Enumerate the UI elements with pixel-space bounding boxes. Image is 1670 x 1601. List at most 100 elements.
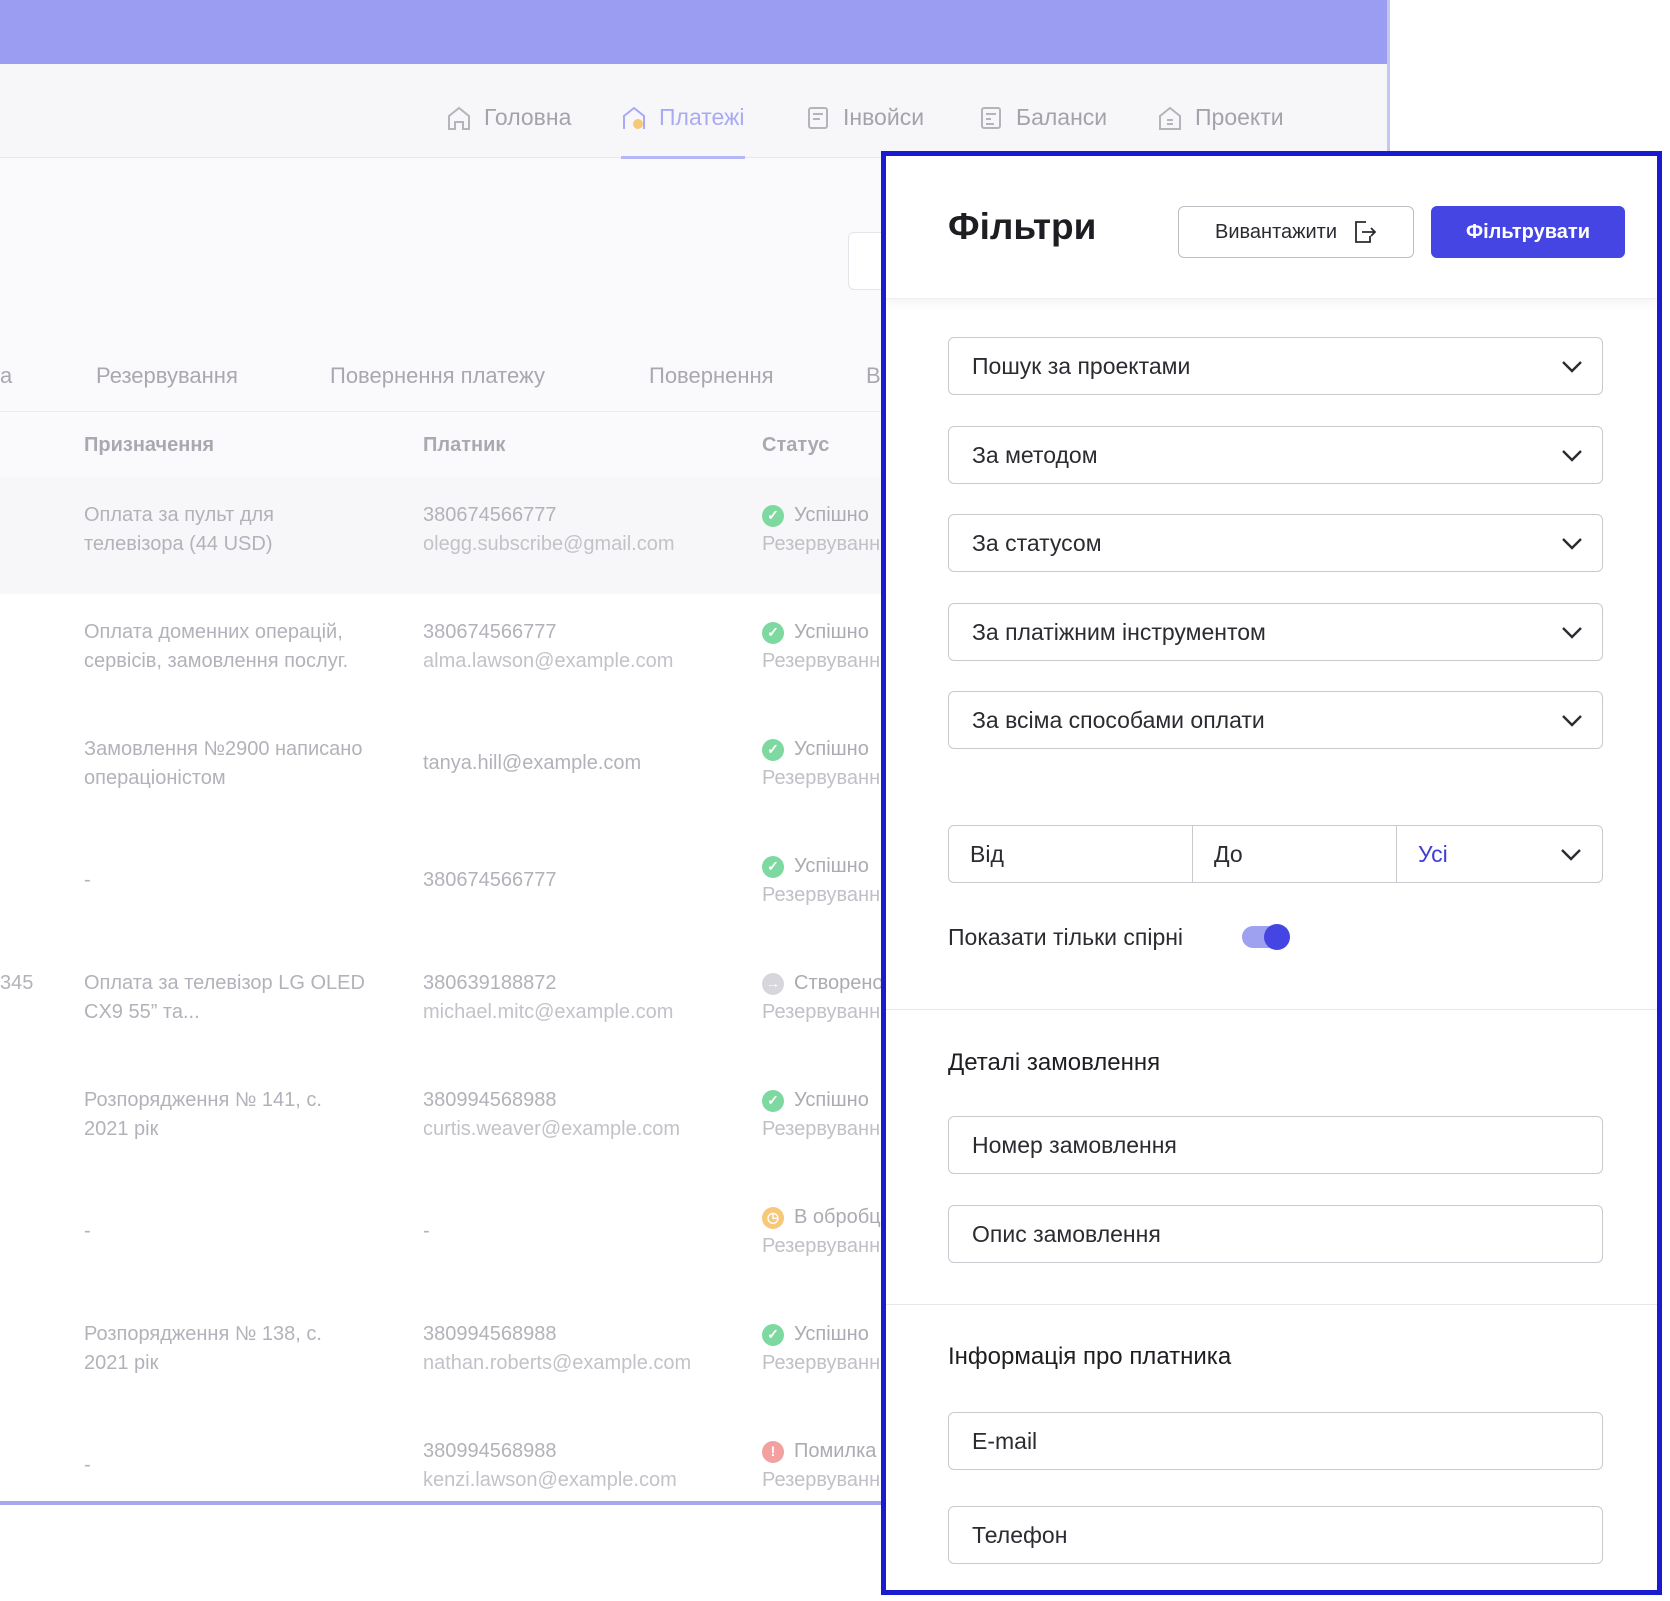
amount-range: Від До Усі <box>948 825 1603 883</box>
chevron-down-icon <box>1562 361 1582 373</box>
tab-refund[interactable]: Повернення <box>649 363 774 389</box>
project-search-select[interactable]: Пошук за проектами <box>948 337 1603 395</box>
filters-panel-header: Фільтри Вивантажити Фільтрувати <box>886 156 1657 299</box>
toggle-knob <box>1264 924 1290 950</box>
purpose-line: - <box>84 869 91 891</box>
purpose-cell: Розпорядження № 138, с. 2021 рік <box>84 1320 384 1378</box>
filters-title: Фільтри <box>948 206 1097 247</box>
tab-next[interactable]: В <box>866 363 881 389</box>
nav-item-invoices[interactable]: Інвойси <box>805 104 924 156</box>
purpose-cell: - <box>84 1217 384 1246</box>
nav-item-balances[interactable]: Баланси <box>978 104 1107 156</box>
range-from-placeholder: Від <box>970 841 1004 867</box>
payer-phone: 380639188872 <box>423 972 557 994</box>
payer-email: kenzi.lawson@example.com <box>423 1469 677 1491</box>
filters-panel: Фільтри Вивантажити Фільтрувати Пошук за… <box>881 151 1662 1595</box>
payment-methods-select[interactable]: За всіма способами оплати <box>948 691 1603 749</box>
nav-label-invoices: Інвойси <box>843 104 925 130</box>
payer-phone: 380994568988 <box>423 1440 557 1462</box>
nav-label-home: Головна <box>484 104 572 130</box>
status-success-icon: ✓ <box>762 1323 784 1346</box>
purpose-line: Оплата доменних операцій, <box>84 621 343 643</box>
payer-phone: 380674566777 <box>423 504 557 526</box>
range-from-input[interactable]: Від <box>949 826 1193 882</box>
nav-label-payments: Платежі <box>659 104 745 130</box>
status-success-icon: ✓ <box>762 1089 784 1112</box>
column-header-payer[interactable]: Платник <box>423 434 505 457</box>
purpose-line: Замовлення №2900 написано <box>84 738 363 760</box>
chevron-down-icon <box>1562 715 1582 727</box>
purpose-line: Розпорядження № 138, с. <box>84 1323 322 1345</box>
range-scope-value: Усі <box>1418 841 1448 867</box>
tab-partial[interactable]: а <box>0 363 12 389</box>
status-success-icon: ✓ <box>762 855 784 878</box>
tab-chargeback[interactable]: Повернення платежу <box>330 363 545 389</box>
payment-instrument-select[interactable]: За платіжним інструментом <box>948 603 1603 661</box>
order-description-input[interactable]: Опис замовлення <box>948 1205 1603 1263</box>
purpose-line: телевізора (44 USD) <box>84 533 273 555</box>
payer-email: michael.mitc@example.com <box>423 1001 674 1023</box>
payer-email: alma.lawson@example.com <box>423 650 674 672</box>
payment-instrument-label: За платіжним інструментом <box>972 619 1266 645</box>
payer-phone: tanya.hill@example.com <box>423 752 642 774</box>
status-select[interactable]: За статусом <box>948 514 1603 572</box>
column-header-purpose[interactable]: Призначення <box>84 434 214 457</box>
tab-reservation[interactable]: Резервування <box>96 363 238 389</box>
order-number-placeholder: Номер замовлення <box>972 1132 1177 1158</box>
export-button-label: Вивантажити <box>1214 220 1338 243</box>
payer-cell: - <box>423 1217 723 1246</box>
payer-email: curtis.weaver@example.com <box>423 1118 681 1140</box>
nav-item-home[interactable]: Головна <box>446 104 571 156</box>
status-success-icon: ✓ <box>762 738 784 761</box>
payer-email: nathan.roberts@example.com <box>423 1352 692 1374</box>
payer-cell: 380639188872 michael.mitc@example.com <box>423 969 723 1027</box>
chevron-down-icon <box>1561 849 1581 861</box>
email-field[interactable]: E-mail <box>948 1412 1603 1470</box>
order-number-input[interactable]: Номер замовлення <box>948 1116 1603 1174</box>
chevron-down-icon <box>1562 627 1582 639</box>
status-processing-icon: ◷ <box>762 1206 784 1229</box>
purpose-cell: - <box>84 866 384 895</box>
purpose-cell: Замовлення №2900 написано операціоністом <box>84 735 384 793</box>
phone-field[interactable]: Телефон <box>948 1506 1603 1564</box>
method-select[interactable]: За методом <box>948 426 1603 484</box>
nav-item-payments[interactable]: Платежі <box>621 104 745 159</box>
range-to-input[interactable]: До <box>1193 826 1397 882</box>
disputed-only-row: Показати тільки спірні <box>948 920 1603 960</box>
purpose-line: Оплата за телевізор LG OLED <box>84 972 365 994</box>
order-description-placeholder: Опис замовлення <box>972 1221 1161 1247</box>
payer-cell: 380674566777 <box>423 866 723 895</box>
chevron-down-icon <box>1562 450 1582 462</box>
export-button[interactable]: Вивантажити <box>1178 206 1414 258</box>
email-placeholder: E-mail <box>972 1428 1038 1454</box>
status-badge: Створено <box>794 972 884 994</box>
nav-item-projects[interactable]: Проекти <box>1157 104 1284 156</box>
column-header-status[interactable]: Статус <box>762 434 829 457</box>
status-success-icon: ✓ <box>762 621 784 644</box>
export-icon <box>1355 221 1377 243</box>
apply-filter-button[interactable]: Фільтрувати <box>1431 206 1625 258</box>
purpose-line: - <box>84 1220 91 1242</box>
payer-phone: - <box>423 1220 430 1242</box>
invoice-icon <box>808 107 828 129</box>
payer-cell: 380674566777 olegg.subscribe@gmail.com <box>423 501 723 559</box>
status-select-label: За статусом <box>972 530 1102 556</box>
chevron-down-icon <box>1562 538 1582 550</box>
payer-phone: 380994568988 <box>423 1323 557 1345</box>
status-badge: В обробці <box>794 1206 886 1228</box>
purpose-cell: Оплата за пульт для телевізора (44 USD) <box>84 501 384 559</box>
phone-placeholder: Телефон <box>972 1522 1068 1548</box>
status-success-icon: ✓ <box>762 504 784 527</box>
top-bar <box>0 0 1387 64</box>
project-search-label: Пошук за проектами <box>972 353 1191 379</box>
payer-phone: 380994568988 <box>423 1089 557 1111</box>
disputed-only-toggle[interactable] <box>1242 924 1290 950</box>
home-icon <box>448 106 470 130</box>
payer-cell: 380994568988 nathan.roberts@example.com <box>423 1320 723 1378</box>
payer-info-title: Інформація про платника <box>948 1343 1232 1370</box>
range-scope-select[interactable]: Усі <box>1397 826 1601 882</box>
status-error-icon: ! <box>762 1440 784 1463</box>
balance-icon <box>981 107 1001 129</box>
method-select-label: За методом <box>972 442 1098 468</box>
divider <box>886 1304 1657 1305</box>
